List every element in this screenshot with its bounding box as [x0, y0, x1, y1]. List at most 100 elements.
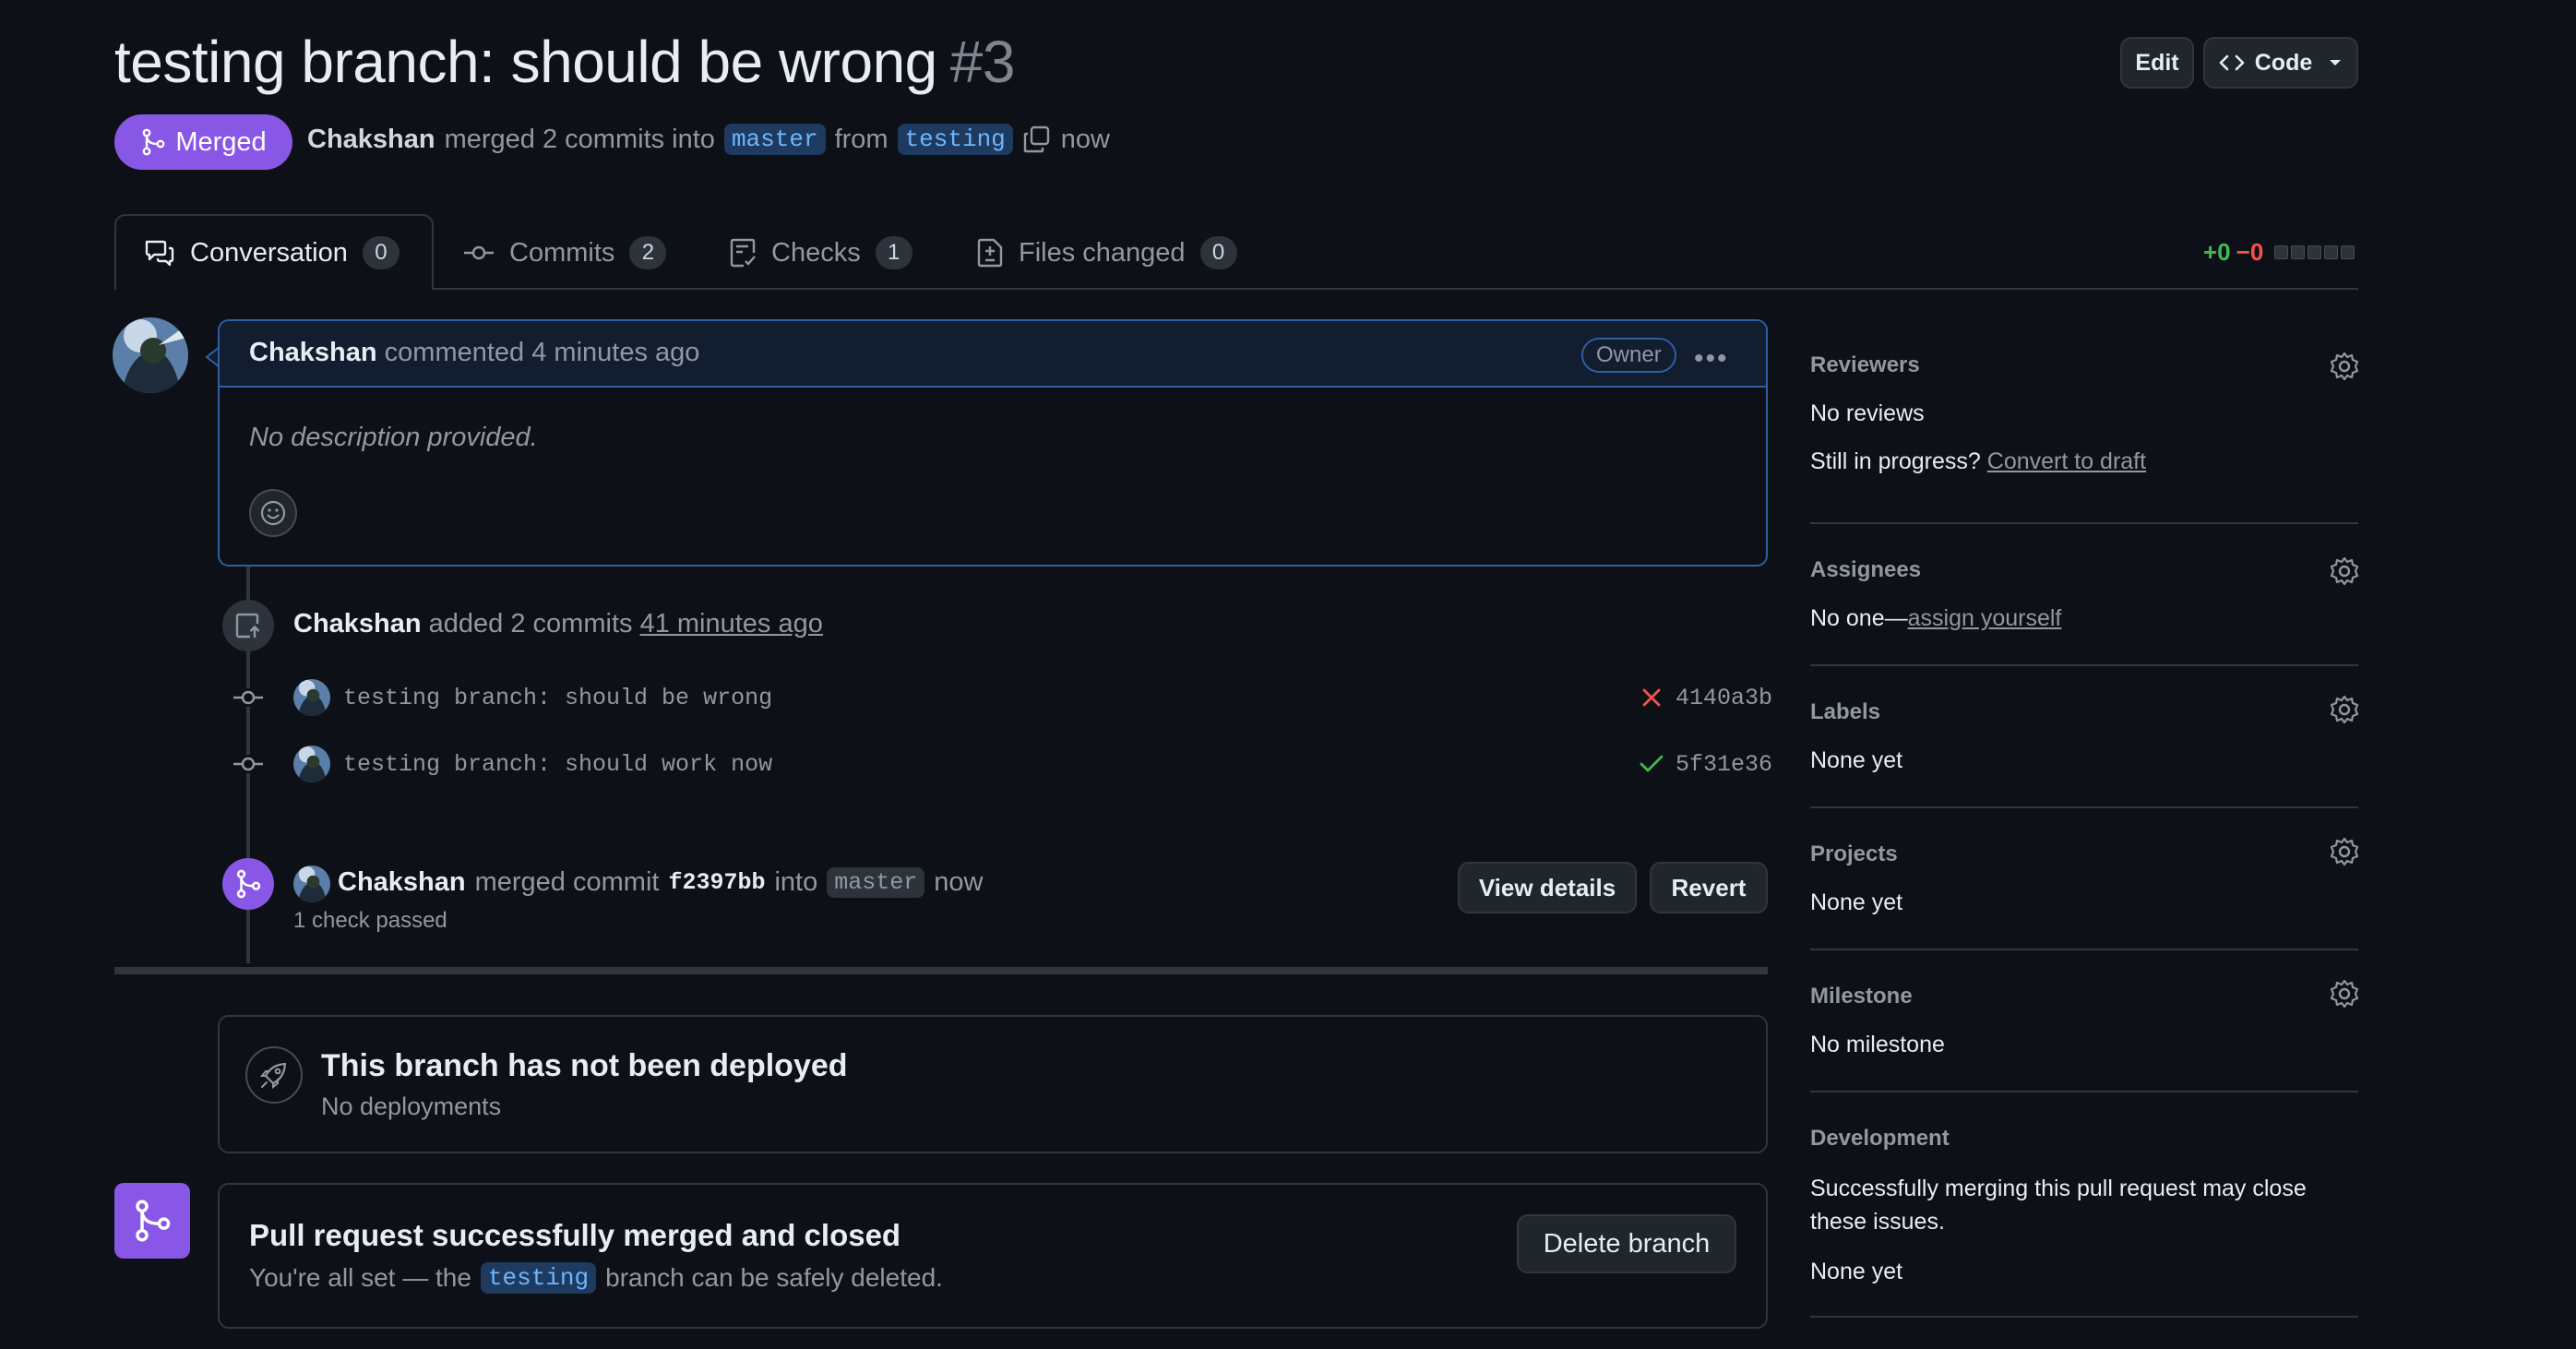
- sidebar-separator: [1810, 1316, 2358, 1318]
- revert-button[interactable]: Revert: [1650, 862, 1768, 913]
- commits-event-text: Chakshan added 2 commits 41 minutes ago: [293, 609, 823, 639]
- tab-checks[interactable]: Checks 1: [729, 233, 912, 273]
- rocket-icon-frame: [245, 1046, 303, 1104]
- git-merge-icon: [142, 128, 165, 156]
- diffstat-block: [2324, 245, 2339, 259]
- tab-conversation[interactable]: Conversation 0: [144, 233, 400, 273]
- comment-body: No description provided.: [249, 423, 538, 452]
- commit-message-link[interactable]: testing branch: should work now: [343, 751, 772, 778]
- head-branch[interactable]: testing: [897, 124, 1013, 155]
- check-failed-x-icon[interactable]: [1640, 686, 1663, 709]
- repo-push-icon: [235, 613, 260, 639]
- development-title[interactable]: Development: [1810, 1126, 1950, 1152]
- tab-checks-count: 1: [875, 236, 912, 269]
- commit-icon: [464, 245, 494, 260]
- commit-sha-link[interactable]: 5f31e36: [1676, 751, 1772, 778]
- commits-event-time[interactable]: 41 minutes ago: [640, 609, 823, 639]
- diffstat-additions: +0: [2203, 238, 2231, 266]
- merge-time: now: [1060, 124, 1110, 154]
- owner-badge: Owner: [1581, 338, 1676, 373]
- tab-files-changed-count: 0: [1199, 236, 1237, 269]
- labels-title[interactable]: Labels: [1810, 699, 1880, 725]
- commit-sha-link[interactable]: 4140a3b: [1676, 685, 1772, 711]
- git-merge-icon: [136, 1200, 171, 1242]
- file-diff-icon: [977, 238, 1003, 268]
- commit-node-icon: [233, 755, 264, 773]
- milestone-title[interactable]: Milestone: [1810, 984, 1913, 1009]
- assignees-title[interactable]: Assignees: [1810, 557, 1921, 583]
- code-button-label: Code: [2254, 49, 2313, 76]
- milestone-value: No milestone: [1810, 1032, 1945, 1057]
- code-button[interactable]: Code: [2203, 37, 2358, 89]
- merged-state-icon: [114, 1183, 190, 1259]
- merged-status-label: Merged: [175, 126, 267, 157]
- merged-box-branch[interactable]: testing: [480, 1262, 597, 1294]
- delete-branch-button[interactable]: Delete branch: [1517, 1214, 1736, 1273]
- comment-options-kebab-icon[interactable]: •••: [1694, 343, 1729, 375]
- push-event-icon: [222, 600, 274, 651]
- copy-icon[interactable]: [1022, 125, 1052, 154]
- deployment-box: [218, 1015, 1768, 1153]
- commits-event-action: added 2 commits: [428, 609, 633, 639]
- merge-event-time: now: [934, 867, 984, 897]
- tab-conversation-label: Conversation: [190, 237, 348, 268]
- rocket-icon: [259, 1062, 287, 1090]
- deployment-title: This branch has not been deployed: [321, 1048, 848, 1083]
- commit-message-link[interactable]: testing branch: should be wrong: [343, 685, 772, 711]
- merge-commit-sha[interactable]: f2397bb: [668, 869, 765, 896]
- merged-status-badge: Merged: [114, 114, 292, 170]
- labels-value: None yet: [1810, 747, 1903, 773]
- reviewers-title[interactable]: Reviewers: [1810, 352, 1920, 378]
- edit-button[interactable]: Edit: [2120, 37, 2194, 89]
- merged-box-title: Pull request successfully merged and clo…: [249, 1218, 901, 1252]
- merge-author[interactable]: Chakshan: [307, 125, 435, 155]
- convert-to-draft-link[interactable]: Convert to draft: [1987, 448, 2146, 474]
- comment-header-text: Chakshan commented 4 minutes ago: [249, 338, 699, 368]
- check-passed-icon[interactable]: [1639, 753, 1664, 775]
- assignees-gear-icon[interactable]: [2329, 555, 2360, 587]
- diffstat: +0 −0: [2203, 238, 2355, 267]
- commit-node-icon: [233, 688, 264, 707]
- commit-author-avatar[interactable]: [293, 746, 330, 782]
- milestone-gear-icon[interactable]: [2329, 978, 2360, 1009]
- assignees-line: No one—assign yourself: [1810, 605, 2061, 632]
- base-branch[interactable]: master: [723, 124, 826, 155]
- merge-summary: Chakshan merged 2 commits into master fr…: [307, 124, 1110, 155]
- merged-box-text: You're all set — the testing branch can …: [249, 1262, 943, 1294]
- sidebar-separator: [1810, 664, 2358, 666]
- timeline-end-separator: [114, 967, 1768, 974]
- caret-down-icon: [2330, 60, 2342, 66]
- merge-checks-status[interactable]: 1 check passed: [293, 908, 447, 934]
- assign-yourself-link[interactable]: assign yourself: [1908, 605, 2062, 631]
- commit-author-avatar[interactable]: [293, 679, 330, 716]
- tab-commits-label: Commits: [509, 237, 615, 268]
- author-avatar[interactable]: [113, 317, 188, 393]
- assignees-value: No one—: [1810, 605, 1908, 631]
- commits-event-author[interactable]: Chakshan: [293, 609, 422, 639]
- merge-author-avatar[interactable]: [293, 866, 330, 902]
- projects-title[interactable]: Projects: [1810, 842, 1898, 867]
- projects-gear-icon[interactable]: [2329, 836, 2360, 867]
- draft-prefix: Still in progress?: [1810, 448, 1981, 474]
- reviewers-gear-icon[interactable]: [2329, 351, 2360, 382]
- tab-files-changed[interactable]: Files changed 0: [976, 233, 1237, 273]
- pr-title-text: testing branch: should be wrong: [114, 29, 937, 95]
- merge-target-branch[interactable]: master: [827, 867, 925, 898]
- tab-files-changed-label: Files changed: [1019, 237, 1186, 268]
- tab-commits[interactable]: Commits 2: [463, 233, 667, 273]
- comment-author[interactable]: Chakshan: [249, 338, 377, 367]
- add-reaction-button[interactable]: [249, 489, 297, 537]
- merge-event-icon: [222, 858, 274, 910]
- view-details-button[interactable]: View details: [1458, 862, 1637, 913]
- projects-value: None yet: [1810, 889, 1903, 915]
- comment-discussion-icon: [145, 240, 174, 267]
- merge-summary-text: merged 2 commits into: [444, 124, 715, 154]
- sidebar-separator: [1810, 806, 2358, 808]
- labels-gear-icon[interactable]: [2329, 694, 2360, 725]
- sidebar-separator: [1810, 1091, 2358, 1092]
- tab-bar-border: [114, 288, 2358, 290]
- diffstat-blocks: [2274, 245, 2355, 259]
- development-description: Successfully merging this pull request m…: [1810, 1176, 2307, 1235]
- merge-event-author[interactable]: Chakshan: [338, 867, 466, 898]
- code-icon: [2219, 54, 2245, 71]
